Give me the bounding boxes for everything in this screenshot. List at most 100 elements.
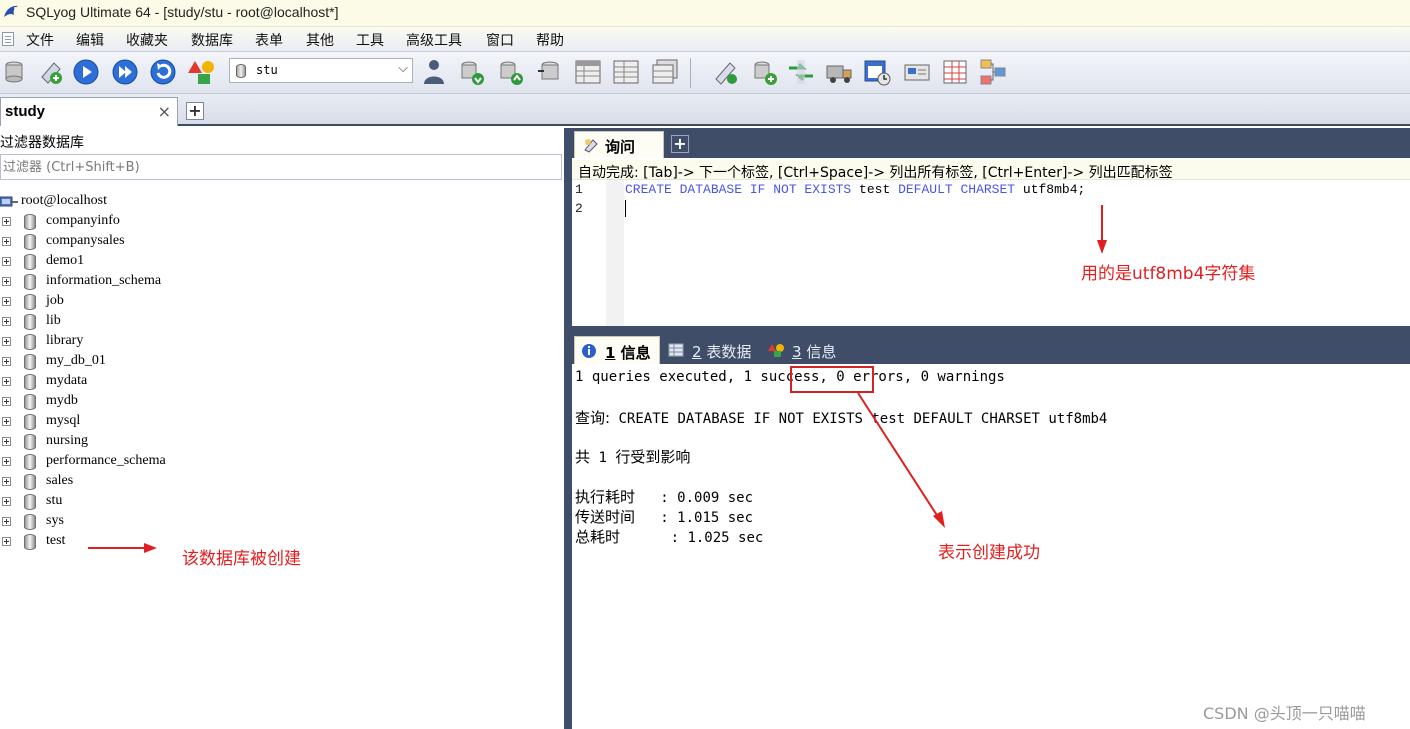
expand-icon[interactable]	[2, 477, 11, 486]
table-copy-icon[interactable]	[650, 57, 680, 87]
expand-icon[interactable]	[2, 377, 11, 386]
table-grid-icon[interactable]	[573, 57, 603, 87]
database-icon	[24, 294, 36, 310]
tree-item-db[interactable]: job	[0, 292, 260, 312]
tree-item-db[interactable]: companyinfo	[0, 212, 260, 232]
tree-item-db[interactable]: mydata	[0, 372, 260, 392]
tab-title: 信息	[801, 343, 837, 361]
expand-icon[interactable]	[2, 257, 11, 266]
sqlyog-dolphin-icon	[4, 5, 18, 17]
restore-icon[interactable]	[496, 57, 526, 87]
tree-item-label: companysales	[46, 233, 125, 248]
refresh-icon[interactable]	[148, 57, 178, 87]
sync-arrows-icon[interactable]	[786, 57, 816, 87]
tree-item-db[interactable]: lib	[0, 312, 260, 332]
horizontal-splitter[interactable]	[572, 326, 1410, 334]
menu-other[interactable]: 其他	[306, 30, 334, 50]
execute-all-icon[interactable]	[110, 57, 140, 87]
vertical-splitter[interactable]	[564, 128, 572, 729]
menu-window[interactable]: 窗口	[486, 30, 514, 50]
expand-icon[interactable]	[2, 437, 11, 446]
schema-designer-icon[interactable]	[978, 57, 1008, 87]
edit-pencil-icon[interactable]	[710, 57, 740, 87]
shapes-icon[interactable]	[186, 57, 216, 87]
tab-table-data[interactable]: 2 表数据	[662, 336, 758, 364]
tree-item-db[interactable]: stu	[0, 492, 260, 512]
tab-info[interactable]: 3 信息	[762, 336, 846, 364]
menu-table[interactable]: 表单	[255, 30, 283, 50]
chevron-down-icon[interactable]: ⌵	[398, 61, 408, 76]
execute-query-icon[interactable]	[71, 57, 101, 87]
menu-help[interactable]: 帮助	[536, 30, 564, 50]
expand-icon[interactable]	[2, 277, 11, 286]
expand-icon[interactable]	[2, 517, 11, 526]
tree-item-db[interactable]: sys	[0, 512, 260, 532]
tree-item-db[interactable]: sales	[0, 472, 260, 492]
connection-tab-strip	[0, 94, 1410, 126]
table-icon	[668, 343, 684, 357]
schema-sync-icon[interactable]	[534, 57, 564, 87]
add-connection-tab-button[interactable]: +	[186, 102, 204, 120]
add-query-tab-button[interactable]: +	[671, 135, 689, 153]
monitor-icon[interactable]	[902, 57, 932, 87]
connection-tab-study[interactable]: study ×	[0, 97, 178, 126]
result-query-line: 查询: CREATE DATABASE IF NOT EXISTS test D…	[575, 407, 1107, 428]
tab-title: 表数据	[701, 343, 752, 361]
watermark: CSDN @头顶一只喵喵	[1203, 704, 1366, 723]
menu-edit[interactable]: 编辑	[76, 30, 104, 50]
expand-icon[interactable]	[2, 417, 11, 426]
sql-keyword: DEFAULT CHARSET	[898, 182, 1016, 197]
menu-database[interactable]: 数据库	[191, 30, 233, 50]
expand-icon[interactable]	[2, 237, 11, 246]
tab-messages[interactable]: 1 信息	[574, 336, 660, 364]
sql-identifier: test	[851, 182, 899, 197]
tree-item-db[interactable]: nursing	[0, 432, 260, 452]
expand-icon[interactable]	[2, 397, 11, 406]
expand-icon[interactable]	[2, 317, 11, 326]
import-truck-icon[interactable]	[824, 57, 854, 87]
new-connection-icon[interactable]	[0, 57, 30, 87]
database-icon	[236, 64, 246, 78]
tree-item-db[interactable]: information_schema	[0, 272, 260, 292]
menu-bar: 文件 编辑 收藏夹 数据库 表单 其他 工具 高级工具 窗口 帮助	[0, 27, 1410, 52]
expand-icon[interactable]	[2, 297, 11, 306]
expand-icon[interactable]	[2, 537, 11, 546]
expand-icon[interactable]	[2, 457, 11, 466]
close-icon[interactable]: ×	[158, 102, 171, 121]
tree-item-db[interactable]: companysales	[0, 232, 260, 252]
database-select[interactable]: stu ⌵	[229, 58, 413, 83]
menu-advanced-tools[interactable]: 高级工具	[406, 30, 462, 50]
expand-icon[interactable]	[2, 337, 11, 346]
tree-item-db[interactable]: my_db_01	[0, 352, 260, 372]
expand-icon[interactable]	[2, 497, 11, 506]
tree-item-db[interactable]: mysql	[0, 412, 260, 432]
tree-item-db[interactable]: performance_schema	[0, 452, 260, 472]
menu-favorites[interactable]: 收藏夹	[126, 30, 168, 50]
tree-item-label: performance_schema	[46, 453, 166, 468]
window-title: SQLyog Ultimate 64 - [study/stu - root@l…	[26, 4, 339, 20]
table-view-icon[interactable]	[611, 57, 641, 87]
annotation-success-note: 表示创建成功	[938, 543, 1040, 563]
user-manager-icon[interactable]	[419, 57, 449, 87]
backup-icon[interactable]	[457, 57, 487, 87]
transfer-time-value: : 1.015 sec	[635, 510, 754, 526]
menu-tools[interactable]: 工具	[356, 30, 384, 50]
database-icon	[24, 354, 36, 370]
expand-icon[interactable]	[2, 217, 11, 226]
tree-item-db[interactable]: mydb	[0, 392, 260, 412]
report-grid-icon[interactable]	[940, 57, 970, 87]
menu-file[interactable]: 文件	[26, 30, 54, 50]
filter-input[interactable]	[1, 155, 561, 179]
sql-editor[interactable]: 自动完成: [Tab]-> 下一个标签, [Ctrl+Space]-> 列出所有…	[572, 158, 1410, 326]
document-icon[interactable]	[2, 32, 14, 46]
tree-item-db[interactable]: demo1	[0, 252, 260, 272]
expand-icon[interactable]	[2, 357, 11, 366]
db-plus-icon[interactable]	[750, 57, 780, 87]
result-transfer-time: 传送时间 : 1.015 sec	[575, 506, 753, 527]
tree-root-connection[interactable]: root@localhost	[0, 192, 200, 212]
query-tab-strip	[572, 128, 1410, 158]
tree-item-db[interactable]: library	[0, 332, 260, 352]
new-query-icon[interactable]	[36, 57, 66, 87]
tab-query[interactable]: 询问	[574, 131, 664, 158]
scheduler-icon[interactable]	[862, 57, 892, 87]
